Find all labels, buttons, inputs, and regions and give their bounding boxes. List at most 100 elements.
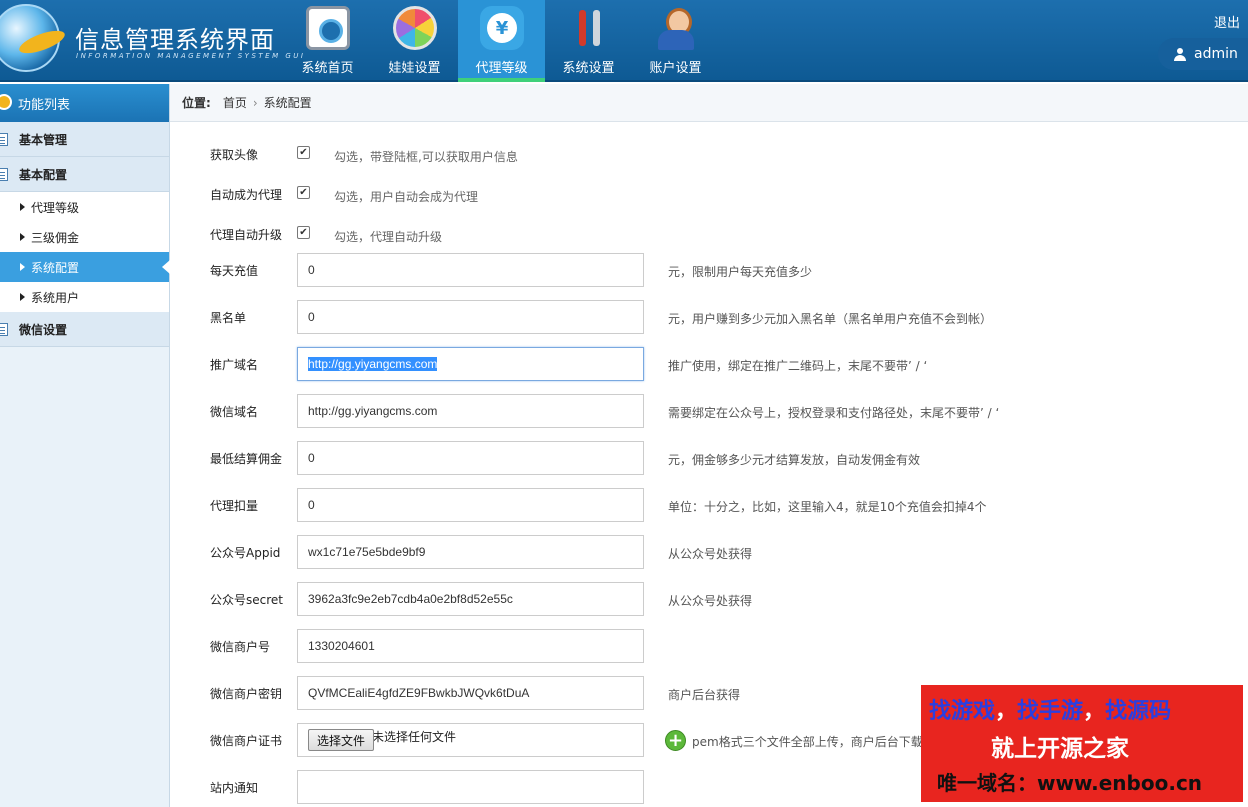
nav-item-home[interactable]: 系统首页 [284, 0, 371, 82]
breadcrumb-prefix: 位置: [182, 96, 211, 110]
breadcrumb-current: 系统配置 [263, 96, 312, 110]
form-row-auto-agent: 自动成为代理 ✔ 勾选，用户自动会成为代理 [170, 177, 1248, 211]
logout-link[interactable]: 退出 [1214, 12, 1240, 31]
tools-icon [567, 6, 611, 50]
min-commission-input[interactable]: 0 [297, 441, 644, 475]
field-label: 公众号Appid [210, 546, 281, 560]
field-hint: 需要绑定在公众号上，授权登录和支付路径处，末尾不要带’ / ‘ [668, 406, 1000, 420]
sidebar-item-label: 代理等级 [31, 200, 80, 215]
field-hint: 元，佣金够多少元才结算发放，自动发佣金有效 [668, 453, 921, 467]
sidebar-group-wechat-settings[interactable]: 微信设置 [0, 312, 169, 347]
wechat-domain-input[interactable]: http://gg.yiyangcms.com [297, 394, 644, 428]
user-icon [1174, 47, 1186, 61]
app-logo: 信息管理系统界面 INFORMATION MANAGEMENT SYSTEM G… [0, 0, 303, 82]
nav-label: 娃娃设置 [388, 61, 441, 76]
promo-banner: 找游戏，找手游，找源码 就上开源之家 唯一域名：www.enboo.cn [921, 685, 1243, 802]
field-label: 站内通知 [210, 781, 259, 795]
home-icon [306, 6, 350, 50]
form-row-promo-domain: 推广域名 http://gg.yiyangcms.com 推广使用，绑定在推广二… [170, 347, 1248, 381]
list-icon [0, 168, 8, 181]
list-icon [0, 323, 8, 336]
field-label: 代理自动升级 [210, 228, 283, 242]
auto-upgrade-checkbox[interactable]: ✔ [297, 226, 310, 239]
field-label: 获取头像 [210, 148, 259, 162]
nav-label: 账户设置 [649, 61, 702, 76]
file-status: 未选择任何文件 [372, 730, 457, 744]
banner-line-1: 找游戏，找手游，找源码 [929, 693, 1171, 725]
field-hint: 单位：十分之，比如，这里输入4，就是10个充值会扣掉4个 [668, 500, 987, 514]
field-hint: 从公众号处获得 [668, 594, 753, 608]
blacklist-input[interactable]: 0 [297, 300, 644, 334]
breadcrumb-home[interactable]: 首页 [223, 94, 247, 111]
triangle-right-icon [20, 233, 25, 241]
sidebar-group-label: 基本管理 [19, 132, 68, 147]
field-hint: 商户后台获得 [668, 688, 741, 702]
field-hint: 元，限制用户每天充值多少 [668, 265, 813, 279]
appid-input[interactable]: wx1c71e75e5bde9bf9 [297, 535, 644, 569]
sidebar-group-label: 微信设置 [19, 322, 68, 337]
field-label: 最低结算佣金 [210, 452, 283, 466]
agent-deduction-input[interactable]: 0 [297, 488, 644, 522]
form-row-get-avatar: 获取头像 ✔ 勾选，带登陆框,可以获取用户信息 [170, 137, 1248, 171]
sidebar-group-label: 基本配置 [19, 167, 68, 182]
form-row-daily-recharge: 每天充值 0 元，限制用户每天充值多少 [170, 253, 1248, 287]
admin-user-badge[interactable]: admin [1158, 38, 1248, 70]
nav-item-agent-level[interactable]: ¥ 代理等级 [458, 0, 545, 82]
sidebar: 功能列表 基本管理 基本配置 代理等级 三级佣金 系统配置 系统用户 微信设置 [0, 84, 170, 807]
top-header: 信息管理系统界面 INFORMATION MANAGEMENT SYSTEM G… [0, 0, 1248, 82]
field-hint: pem格式三个文件全部上传，商户后台下载 [692, 735, 923, 749]
merchant-id-input[interactable]: 1330204601 [297, 629, 644, 663]
choose-file-button[interactable]: 选择文件 [308, 729, 375, 751]
nav-item-doll-settings[interactable]: 娃娃设置 [371, 0, 458, 82]
color-wheel-icon [393, 6, 437, 50]
nav-item-account-settings[interactable]: 账户设置 [632, 0, 719, 82]
nav-item-system-settings[interactable]: 系统设置 [545, 0, 632, 82]
form-row-wechat-domain: 微信域名 http://gg.yiyangcms.com 需要绑定在公众号上，授… [170, 394, 1248, 428]
banner-text: 找手游 [1017, 699, 1084, 724]
triangle-right-icon [20, 263, 25, 271]
breadcrumb-separator: › [252, 95, 258, 110]
form-row-secret: 公众号secret 3962a3fc9e2eb7cdb4a0e2bf8d52e5… [170, 582, 1248, 616]
field-label: 微信商户密钥 [210, 687, 283, 701]
sidebar-item-label: 系统配置 [31, 260, 80, 275]
triangle-right-icon [20, 203, 25, 211]
field-hint: 推广使用，绑定在推广二维码上，末尾不要带’ / ‘ [668, 359, 928, 373]
sidebar-item-label: 系统用户 [31, 290, 80, 305]
promo-domain-input[interactable]: http://gg.yiyangcms.com [297, 347, 644, 381]
nav-label: 系统设置 [562, 61, 615, 76]
field-hint: 勾选，带登陆框,可以获取用户信息 [334, 150, 518, 164]
form-row-blacklist: 黑名单 0 元，用户赚到多少元加入黑名单（黑名单用户充值不会到帐） [170, 300, 1248, 334]
cert-file-input: 未选择任何文件 选择文件 [297, 723, 644, 757]
nav-label: 系统首页 [301, 61, 354, 76]
form-row-auto-upgrade: 代理自动升级 ✔ 勾选，代理自动升级 [170, 217, 1248, 251]
yen-cloud-icon: ¥ [480, 6, 524, 50]
secret-input[interactable]: 3962a3fc9e2eb7cdb4a0e2bf8d52e55c [297, 582, 644, 616]
form-row-appid: 公众号Appid wx1c71e75e5bde9bf9 从公众号处获得 [170, 535, 1248, 569]
banner-line-2: 就上开源之家 [991, 736, 1129, 762]
form-row-merchant-id: 微信商户号 1330204601 [170, 629, 1248, 663]
add-icon[interactable]: + [665, 730, 686, 751]
sidebar-item-agent-level[interactable]: 代理等级 [0, 192, 169, 222]
sidebar-item-system-config[interactable]: 系统配置 [0, 252, 170, 282]
nav-label: 代理等级 [475, 61, 528, 76]
user-account-icon [654, 6, 698, 50]
list-icon [0, 133, 8, 146]
field-label: 微信域名 [210, 405, 259, 419]
field-label: 公众号secret [210, 593, 283, 607]
field-hint: 勾选，代理自动升级 [334, 230, 443, 244]
field-hint: 元，用户赚到多少元加入黑名单（黑名单用户充值不会到帐） [668, 312, 993, 326]
sidebar-group-basic-management[interactable]: 基本管理 [0, 122, 169, 157]
site-notice-input[interactable] [297, 770, 644, 804]
get-avatar-checkbox[interactable]: ✔ [297, 146, 310, 159]
merchant-key-input[interactable]: QVfMCEaliE4gfdZE9FBwkbJWQvk6tDuA [297, 676, 644, 710]
sidebar-group-basic-config[interactable]: 基本配置 [0, 157, 169, 192]
field-label: 黑名单 [210, 311, 247, 325]
daily-recharge-input[interactable]: 0 [297, 253, 644, 287]
auto-agent-checkbox[interactable]: ✔ [297, 186, 310, 199]
sidebar-item-commission[interactable]: 三级佣金 [0, 222, 169, 252]
sidebar-title: 功能列表 [0, 84, 169, 122]
main-nav: 系统首页 娃娃设置 ¥ 代理等级 系统设置 账户设置 [284, 0, 719, 82]
banner-separator: ， [995, 699, 1018, 724]
sidebar-item-system-users[interactable]: 系统用户 [0, 282, 169, 312]
triangle-right-icon [20, 293, 25, 301]
